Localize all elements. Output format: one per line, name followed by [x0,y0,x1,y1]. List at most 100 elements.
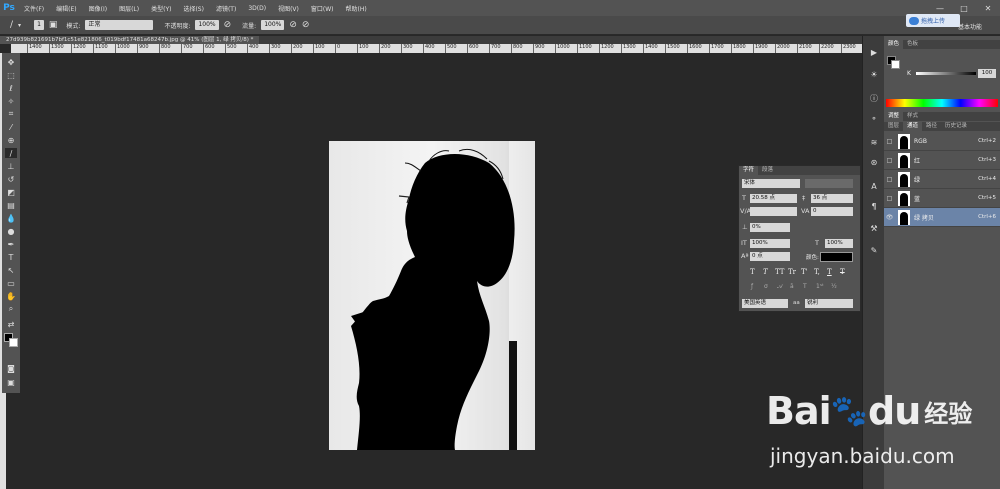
opentype-fraction-icon[interactable]: ½ [831,283,837,290]
tab-character[interactable]: 字符 [739,166,759,175]
tsume-field[interactable]: 0% [750,223,790,232]
menu-help[interactable]: 帮助(H) [340,4,373,13]
tab-paragraph[interactable]: 段落 [758,166,777,175]
font-family-select[interactable]: 宋体 [742,179,800,188]
text-color-swatch[interactable] [820,252,853,262]
eye-icon[interactable]: 👁 [884,214,895,221]
history-brush-icon[interactable]: ↺ [5,174,17,184]
notes-icon[interactable]: ✎ [867,244,881,256]
visibility-toggle[interactable]: □ [884,157,895,164]
kerning-field[interactable] [750,207,797,216]
tracking-field[interactable]: 0 [811,207,853,216]
background-color-swatch[interactable] [9,338,18,347]
healing-tool-icon[interactable]: ⊕ [5,135,17,145]
pressure-opacity-icon[interactable]: ⊘ [224,20,232,30]
lasso-tool-icon[interactable]: ℓ [5,83,17,93]
channel-row-blue[interactable]: □ 蓝 Ctrl+5 [884,189,1000,208]
visibility-toggle[interactable]: □ [884,138,895,145]
mode-select[interactable]: 正常 [85,20,154,30]
menu-file[interactable]: 文件(F) [18,4,50,13]
color-spectrum[interactable] [886,99,998,107]
blur-tool-icon[interactable]: 💧 [5,213,17,223]
tab-swatches[interactable]: 色板 [903,40,922,49]
faux-bold-button[interactable]: T [750,268,755,276]
channel-row-green-copy[interactable]: 👁 绿 拷贝 Ctrl+6 [884,208,1000,227]
horizontal-scale-field[interactable]: 100% [825,239,853,248]
brightness-icon[interactable]: ☀ [867,68,881,80]
dodge-tool-icon[interactable]: ● [5,226,17,236]
document-tab[interactable]: 27d939b821691b7bf1c51e821806_t019bdf1748… [0,36,260,44]
opacity-field[interactable]: 100% [195,20,219,30]
tab-styles[interactable]: 样式 [903,112,922,121]
menu-filter[interactable]: 滤镜(T) [210,4,242,13]
opentype-swash-icon[interactable]: 𝒜 [777,283,783,291]
quick-mask-icon[interactable]: ◙ [5,363,17,373]
all-caps-button[interactable]: TT [775,268,784,276]
language-select[interactable]: 美国英语 [742,299,788,308]
antialias-select[interactable]: 锐利 [805,299,853,308]
screen-mode-icon[interactable]: ▣ [5,377,17,387]
type-icon[interactable]: A [867,180,881,192]
tab-layers[interactable]: 图层 [884,122,903,131]
k-slider[interactable] [916,72,976,75]
k-value-field[interactable]: 100 [978,69,996,78]
menu-view[interactable]: 视图(V) [272,4,305,13]
brush-size-field[interactable]: 1 [34,20,44,30]
strikethrough-button[interactable]: T [840,268,845,276]
small-caps-button[interactable]: Tr [788,268,796,276]
pen-tool-icon[interactable]: ✒ [5,239,17,249]
channel-row-rgb[interactable]: □ RGB Ctrl+2 [884,132,1000,151]
menu-3d[interactable]: 3D(D) [242,5,272,12]
menu-edit[interactable]: 编辑(E) [50,4,82,13]
font-style-select[interactable] [805,179,853,188]
swap-colors-icon[interactable]: ⇄ [5,319,17,329]
zoom-tool-icon[interactable]: ⌕ [5,304,17,314]
brush-tool-icon[interactable]: ∕ [5,148,17,158]
shape-tool-icon[interactable]: ▭ [5,278,17,288]
background-swatch[interactable] [891,60,900,69]
airbrush-icon[interactable]: ⊘ [289,20,297,30]
channel-row-green[interactable]: □ 绿 Ctrl+4 [884,170,1000,189]
menu-image[interactable]: 图像(I) [83,4,113,13]
quick-select-tool-icon[interactable]: ✧ [5,96,17,106]
opentype-alternates-icon[interactable]: ā [790,283,794,290]
eraser-tool-icon[interactable]: ◩ [5,187,17,197]
marquee-tool-icon[interactable]: ⬚ [5,70,17,80]
baseline-shift-field[interactable]: 0 点 [750,252,790,261]
document-canvas[interactable] [329,141,535,450]
opentype-oldstyle-icon[interactable]: σ [764,283,768,290]
gradient-tool-icon[interactable]: ▤ [5,200,17,210]
play-icon[interactable]: ▶ [867,46,881,58]
menu-layer[interactable]: 图层(L) [113,4,145,13]
underline-button[interactable]: T [827,268,832,276]
dropdown-icon[interactable]: ▾ [18,22,21,29]
menu-window[interactable]: 窗口(W) [305,4,340,13]
menu-select[interactable]: 选择(S) [177,4,210,13]
brush-preset-icon[interactable]: ∕ [10,20,13,30]
opentype-ordinal-icon[interactable]: 1ˢᵗ [816,283,824,290]
close-button[interactable]: ✕ [976,0,1000,16]
subscript-button[interactable]: T, [814,268,820,276]
stamp-tool-icon[interactable]: ⊥ [5,161,17,171]
move-tool-icon[interactable]: ✥ [5,57,17,67]
opentype-titling-icon[interactable]: T [803,283,807,290]
channel-row-red[interactable]: □ 红 Ctrl+3 [884,151,1000,170]
tab-channels[interactable]: 通道 [903,122,923,131]
tab-adjustments[interactable]: 调整 [884,112,904,121]
hand-tool-icon[interactable]: ✋ [5,291,17,301]
vertical-scale-field[interactable]: 100% [750,239,790,248]
menu-type[interactable]: 类型(Y) [145,4,177,13]
info-icon[interactable]: ⓘ [867,92,881,104]
properties-icon[interactable]: ⚬ [867,112,881,124]
leading-field[interactable]: 36 点 [811,194,853,203]
brush-panel-icon[interactable]: ▣ [49,20,58,30]
font-size-field[interactable]: 20.58 点 [750,194,797,203]
workspace-select[interactable]: 基本功能 [958,22,982,31]
opentype-ligature-icon[interactable]: ƒ [751,283,753,290]
brush-settings-icon[interactable]: ≋ [867,136,881,148]
tab-color[interactable]: 颜色 [884,40,904,49]
visibility-toggle[interactable]: □ [884,195,895,202]
tool-presets-icon[interactable]: ⚒ [867,222,881,234]
type-tool-icon[interactable]: T [5,252,17,262]
eyedropper-tool-icon[interactable]: ⁄ [5,122,17,132]
